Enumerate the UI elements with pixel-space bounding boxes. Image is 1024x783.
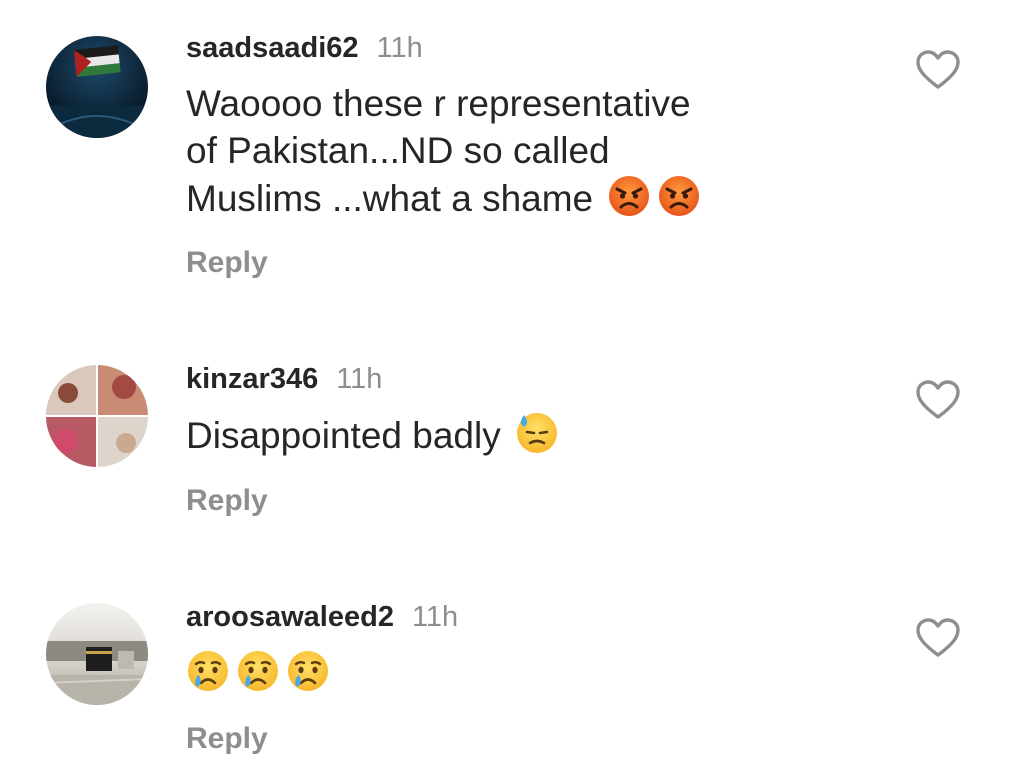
comment-text: Waoooo these r representative of Pakista…: [186, 80, 904, 222]
crying-face-emoji: [186, 649, 230, 693]
comment-text-line: Muslims ...what a shame: [186, 174, 904, 222]
username[interactable]: aroosawaleed2: [186, 601, 394, 633]
crying-face-emoji: [236, 649, 280, 693]
timestamp: 11h: [376, 32, 423, 64]
comment-text-line: Disappointed badly: [186, 411, 904, 459]
timestamp: 11h: [336, 363, 383, 395]
username[interactable]: saadsaadi62: [186, 32, 359, 64]
comment-text-line: [186, 649, 904, 697]
timestamp: 11h: [411, 601, 459, 633]
avatar[interactable]: [46, 603, 148, 705]
downcast-face-with-sweat-emoji: [515, 411, 559, 455]
comment-text-segment: Muslims ...what a shame: [186, 178, 594, 219]
comment-meta: aroosawaleed2 11h: [186, 599, 904, 635]
angry-face-emoji: [607, 174, 651, 218]
comment-text: [186, 649, 904, 697]
like-heart-icon[interactable]: [915, 379, 961, 421]
reply-button[interactable]: Reply: [186, 484, 268, 518]
like-heart-icon[interactable]: [915, 617, 961, 659]
like-heart-icon[interactable]: [915, 49, 961, 91]
comment-meta: kinzar346 11h: [186, 361, 904, 397]
reply-button[interactable]: Reply: [186, 722, 268, 756]
reply-button[interactable]: Reply: [186, 246, 268, 280]
avatar[interactable]: [46, 36, 148, 138]
comment-text-segment: Disappointed badly: [186, 415, 501, 456]
comment-text-line: Waoooo these r representative: [186, 83, 691, 124]
comment-text: Disappointed badly: [186, 411, 904, 459]
username[interactable]: kinzar346: [186, 363, 318, 395]
comment-text-line: of Pakistan...ND so called: [186, 130, 610, 171]
avatar[interactable]: [46, 365, 148, 467]
crying-face-emoji: [286, 649, 330, 693]
angry-face-emoji: [657, 174, 701, 218]
comment-meta: saadsaadi62 11h: [186, 30, 904, 66]
